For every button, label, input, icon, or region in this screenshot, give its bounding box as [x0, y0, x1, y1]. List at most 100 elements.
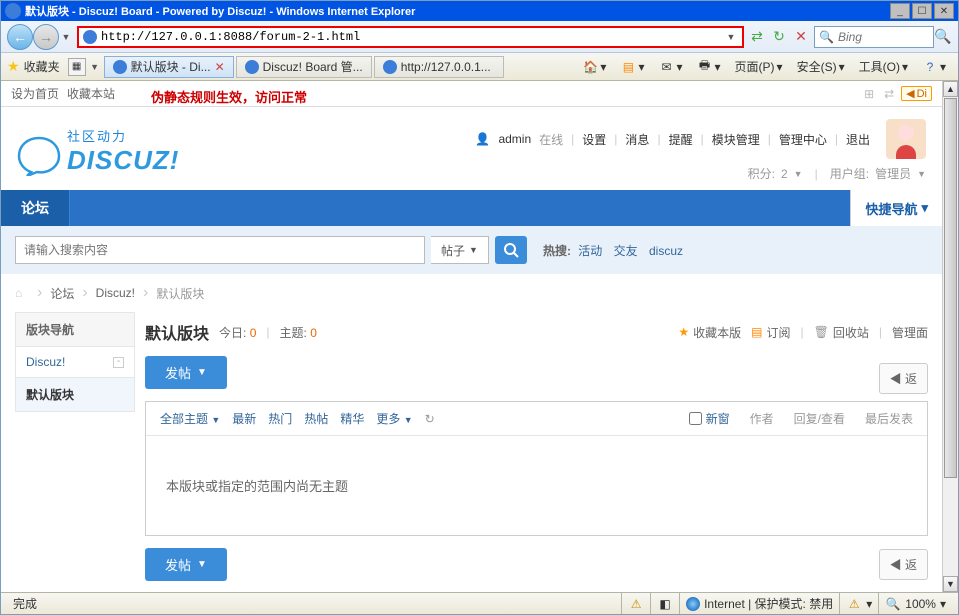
- search-go-icon[interactable]: 🔍: [934, 28, 952, 46]
- search-icon: 🔍: [819, 30, 834, 44]
- bc-forum[interactable]: 论坛: [50, 285, 74, 302]
- tools-menu[interactable]: 工具(O) ▾: [853, 56, 914, 77]
- back-button[interactable]: ←: [7, 24, 33, 50]
- tab-0[interactable]: 默认版块 - Di...✕: [104, 56, 234, 78]
- favorite-forum-link[interactable]: ★收藏本版: [678, 324, 741, 341]
- fav-site-link[interactable]: 收藏本站: [67, 85, 115, 102]
- site-logo[interactable]: 社区动力 DISCUZ!: [17, 126, 179, 176]
- favorites-star-icon[interactable]: ★: [7, 58, 20, 75]
- rss-icon: ▤: [751, 325, 762, 339]
- url-input[interactable]: [101, 30, 724, 44]
- forum-sidebar: 版块导航 Discuz! - 默认版块: [15, 312, 135, 581]
- maximize-button[interactable]: ☐: [912, 3, 932, 19]
- scroll-down-button[interactable]: ▼: [943, 576, 958, 592]
- manage-link[interactable]: 管理面: [892, 324, 928, 341]
- tab-label: 默认版块 - Di...: [131, 58, 211, 75]
- page-top-links: 设为首页 收藏本站 伪静态规则生效，访问正常 ⊞ ⇄ ◀ Di: [1, 81, 942, 107]
- sidebar-item-default[interactable]: 默认版块: [15, 378, 135, 412]
- compat-icon[interactable]: ⇄: [748, 28, 766, 46]
- scroll-up-button[interactable]: ▲: [943, 81, 958, 97]
- safety-menu[interactable]: 安全(S) ▾: [791, 56, 851, 77]
- sidebar-item-label: 默认版块: [26, 386, 74, 403]
- collapse-icon: -: [113, 357, 124, 368]
- scroll-thumb[interactable]: [944, 98, 957, 478]
- tab-2[interactable]: http://127.0.0.1...: [374, 56, 504, 78]
- refresh-icon[interactable]: ↻: [425, 412, 435, 426]
- filter-latest[interactable]: 最新: [232, 410, 256, 427]
- filter-all[interactable]: 全部主题 ▼: [160, 410, 220, 427]
- mail-menu[interactable]: ✉▾: [652, 57, 688, 77]
- set-home-link[interactable]: 设为首页: [11, 85, 59, 102]
- popup-icon[interactable]: ⚠: [628, 596, 644, 612]
- stop-icon[interactable]: ✕: [792, 28, 810, 46]
- tabs-dropdown[interactable]: ▼: [88, 62, 102, 72]
- search-engine-input[interactable]: [838, 30, 918, 44]
- help-menu[interactable]: ?▾: [916, 57, 952, 77]
- recycle-link[interactable]: 🗑回收站: [814, 324, 869, 341]
- topics-label: 主题:: [280, 326, 307, 340]
- col-replies: 回复/查看: [794, 410, 845, 427]
- feeds-menu[interactable]: ▤▾: [614, 57, 650, 77]
- reminders-link[interactable]: 提醒: [669, 131, 693, 148]
- switch-width-button[interactable]: ◀ Di: [901, 86, 932, 101]
- home-icon[interactable]: ⌂: [15, 286, 29, 300]
- refresh-icon[interactable]: ↻: [770, 28, 788, 46]
- search-row: 帖子 ▼ 热搜: 活动 交友 discuz: [1, 226, 942, 274]
- close-button[interactable]: ✕: [934, 3, 954, 19]
- logout-link[interactable]: 退出: [846, 131, 870, 148]
- address-bar[interactable]: ▼: [77, 26, 744, 48]
- quick-nav-button[interactable]: 快捷导航 ▾: [850, 190, 942, 226]
- ie-icon: [383, 60, 397, 74]
- sidebar-item-discuz[interactable]: Discuz! -: [15, 347, 135, 378]
- zoom-icon[interactable]: 🔍: [885, 596, 901, 612]
- nav-forum-tab[interactable]: 论坛: [1, 190, 70, 226]
- bc-board[interactable]: Discuz!: [96, 286, 135, 300]
- grid-icon[interactable]: ⊞: [861, 86, 877, 102]
- protected-icon[interactable]: ⚠: [846, 596, 862, 612]
- newwin-checkbox[interactable]: 新窗: [689, 410, 730, 427]
- admin-center-link[interactable]: 管理中心: [779, 131, 827, 148]
- tab-1[interactable]: Discuz! Board 管...: [236, 56, 372, 78]
- rss-link[interactable]: ▤订阅: [751, 324, 790, 341]
- user-avatar[interactable]: [886, 119, 926, 159]
- credits-value: 2: [781, 167, 788, 181]
- print-menu[interactable]: 🖶▾: [691, 57, 727, 77]
- return-button-bottom[interactable]: ◀ 返: [879, 549, 928, 580]
- forward-button[interactable]: →: [33, 24, 59, 50]
- quick-tabs-button[interactable]: ▦: [68, 58, 86, 76]
- arrow-icon[interactable]: ⇄: [881, 86, 897, 102]
- page-menu[interactable]: 页面(P) ▾: [729, 56, 789, 77]
- sidebar-item-label: Discuz!: [26, 355, 65, 369]
- messages-link[interactable]: 消息: [625, 131, 649, 148]
- hot-link-2[interactable]: discuz: [649, 244, 683, 258]
- return-button[interactable]: ◀ 返: [879, 363, 928, 394]
- hot-search-label: 热搜:: [543, 244, 571, 258]
- sidebar-title: 版块导航: [15, 312, 135, 347]
- col-author: 作者: [750, 410, 774, 427]
- username-link[interactable]: admin: [498, 132, 531, 146]
- settings-link[interactable]: 设置: [582, 131, 606, 148]
- rss-icon: ▤: [620, 59, 636, 75]
- vertical-scrollbar[interactable]: ▲ ▼: [942, 81, 958, 592]
- minimize-button[interactable]: _: [890, 3, 910, 19]
- addon-icon[interactable]: ◧: [657, 596, 673, 612]
- new-post-button[interactable]: 发帖 ▼: [145, 356, 227, 389]
- static-rule-notice: 伪静态规则生效，访问正常: [151, 87, 307, 106]
- filter-hot[interactable]: 热门: [268, 410, 292, 427]
- filter-hotposts[interactable]: 热帖: [304, 410, 328, 427]
- filter-essence[interactable]: 精华: [340, 410, 364, 427]
- user-icon: 👤: [474, 131, 490, 147]
- new-post-button-bottom[interactable]: 发帖 ▼: [145, 548, 227, 581]
- forum-search-button[interactable]: [495, 236, 527, 264]
- forum-search-input[interactable]: [15, 236, 425, 264]
- magnify-icon: [503, 242, 519, 258]
- url-dropdown[interactable]: ▼: [724, 32, 738, 42]
- search-engine-box[interactable]: 🔍: [814, 26, 934, 48]
- hot-link-0[interactable]: 活动: [578, 244, 602, 258]
- history-dropdown[interactable]: ▼: [59, 32, 73, 42]
- home-menu[interactable]: 🏠▾: [576, 57, 612, 77]
- module-mgmt-link[interactable]: 模块管理: [712, 131, 760, 148]
- filter-more[interactable]: 更多 ▼: [376, 410, 412, 427]
- search-category-select[interactable]: 帖子 ▼: [431, 236, 489, 264]
- hot-link-1[interactable]: 交友: [614, 244, 638, 258]
